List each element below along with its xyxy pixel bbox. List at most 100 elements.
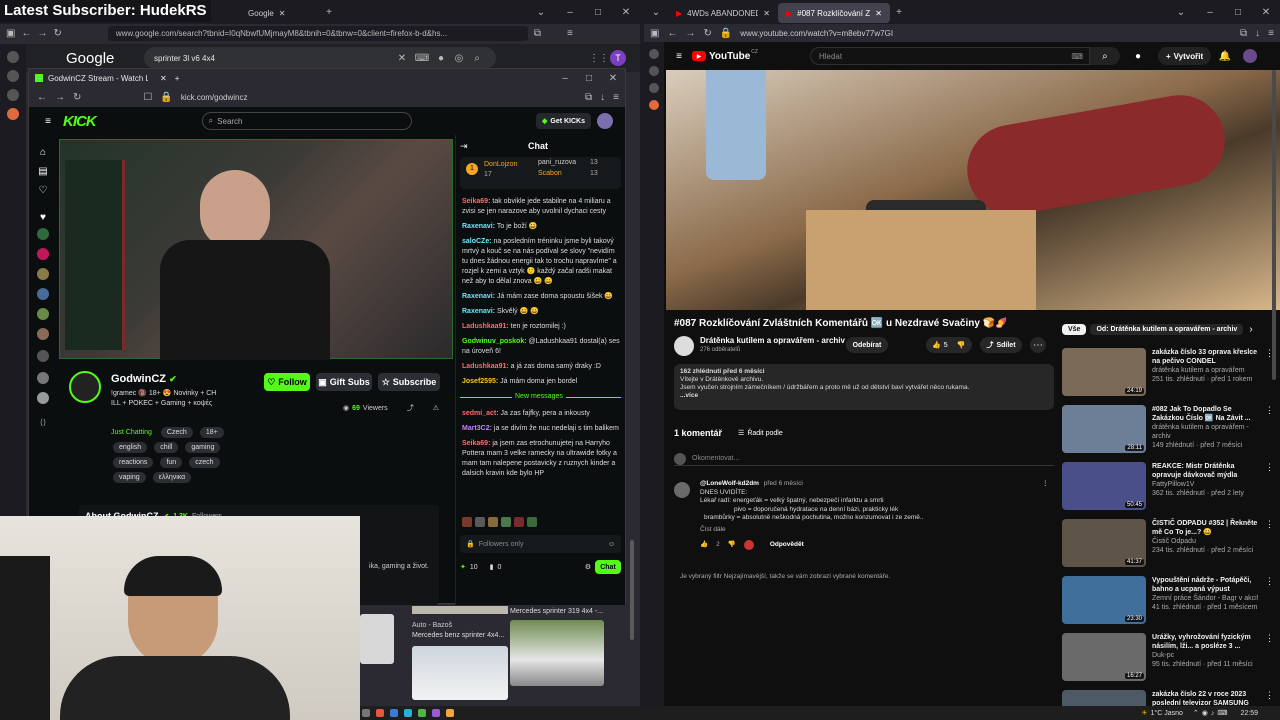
reload-icon[interactable]: ↻ <box>73 92 81 103</box>
youtube-logo[interactable]: YouTube <box>709 51 750 62</box>
kebab-icon[interactable]: ⋮ <box>1265 405 1274 455</box>
emoji-icon[interactable]: ☺ <box>608 541 615 548</box>
extensions-icon[interactable]: ⧉ <box>1240 28 1247 39</box>
weather[interactable]: 1°C Jasno <box>1151 710 1183 717</box>
reload-icon[interactable]: ↻ <box>53 28 61 39</box>
new-messages-divider[interactable]: New messages <box>460 393 621 407</box>
google-url-bar[interactable]: www.google.com/search?tbnid=I0qNbwfUMjma… <box>107 25 528 41</box>
page-scrollbar[interactable] <box>630 540 634 640</box>
sidebar-app-icon[interactable] <box>649 100 659 110</box>
recommended-video[interactable]: 24:19 zakázka číslo 33 oprava křeslce na … <box>1062 348 1274 398</box>
user-avatar[interactable] <box>597 113 613 129</box>
new-tab-icon[interactable]: + <box>320 7 338 18</box>
reload-icon[interactable]: ↻ <box>703 28 711 39</box>
chat-username[interactable]: saloCZe: <box>462 238 492 245</box>
download-icon[interactable]: ↓ <box>600 92 605 103</box>
new-tab-icon[interactable]: + <box>175 74 180 83</box>
home-icon[interactable]: ⌂ <box>29 147 57 158</box>
video-thumbnail[interactable]: 41:37 <box>1062 519 1146 567</box>
back-icon[interactable]: ← <box>37 92 47 103</box>
send-chat-button[interactable]: Chat <box>595 560 621 574</box>
youtube-url[interactable]: www.youtube.com/watch?v=m8ebv77w7GI <box>740 29 1000 38</box>
google-search-box[interactable]: sprinter 3l v6 4x4 ✕ ⌨ ● ◎ ⌕ <box>144 47 496 69</box>
emote-icon[interactable] <box>527 517 537 527</box>
recommended-video[interactable]: 41:37 ČISTIČ ODPADU #352 | Řekněte mě Co … <box>1062 519 1274 569</box>
tab-list-icon[interactable]: ⌄ <box>644 7 668 18</box>
chip-channel[interactable]: Od: Drátěnka kutilem a opravářem - archi… <box>1090 324 1244 335</box>
chevron-down-icon[interactable]: ⌄ <box>1166 7 1196 18</box>
page-scrollbar[interactable] <box>1272 70 1276 380</box>
taskbar-app-icon[interactable] <box>404 709 412 717</box>
maximize-icon[interactable]: □ <box>577 73 601 84</box>
video-channel[interactable]: drátěnka kutilem a opravářem <box>1152 366 1259 375</box>
taskbar-app-icon[interactable] <box>376 709 384 717</box>
reply-button[interactable]: Odpovědět <box>770 541 804 550</box>
sidebar-app-icon[interactable] <box>7 51 19 63</box>
video-thumbnail[interactable]: 24:19 <box>1062 348 1146 396</box>
chat-username[interactable]: Josef2595: <box>462 378 498 385</box>
new-tab-icon[interactable]: + <box>890 7 908 18</box>
result-image[interactable] <box>510 620 604 686</box>
video-title[interactable]: zakázka číslo 33 oprava křeslce na pečiv… <box>1152 348 1259 366</box>
hamburger-icon[interactable]: ≡ <box>666 51 692 62</box>
chat-username[interactable]: Seika69: <box>462 198 490 205</box>
back-icon[interactable]: ← <box>667 28 677 39</box>
result-image[interactable] <box>360 614 394 664</box>
emote-icon[interactable] <box>488 517 498 527</box>
menu-icon[interactable]: ≡ <box>1268 28 1274 39</box>
thumbs-down-icon[interactable]: 👎 <box>728 541 736 550</box>
tag-chip[interactable]: gaming <box>185 442 221 453</box>
sidebar-app-icon[interactable] <box>649 49 659 59</box>
kebab-icon[interactable]: ⋮ <box>1265 690 1274 706</box>
recommended-video[interactable]: 41:35 zakázka číslo 22 v roce 2023 posled… <box>1062 690 1274 706</box>
recommended-video[interactable]: 23:30 Vypouštění nádrže - Potápěči, bahno… <box>1062 576 1274 626</box>
tag-chip[interactable]: vaping <box>113 472 146 483</box>
search-icon[interactable]: ⌕ <box>468 53 486 64</box>
yt-search-input[interactable]: Hledat ⌨ <box>809 47 1090 65</box>
tag-chip[interactable]: reactions <box>113 457 154 468</box>
channel-name[interactable]: Drátěnka kutilem a opravářem - archiv <box>700 336 845 345</box>
recommended-video[interactable]: 50:45 REAKCE: Mistr Drátěnka opravuje dáv… <box>1062 462 1274 512</box>
apps-grid-icon[interactable]: ⋮⋮ <box>588 53 610 64</box>
emote-icon[interactable] <box>462 517 472 527</box>
search-icon[interactable]: ⌕ <box>1089 47 1120 65</box>
mic-icon[interactable]: ● <box>432 53 450 64</box>
keyboard-icon[interactable]: ⌨ <box>1071 52 1083 61</box>
sidebar-toggle-icon[interactable]: ▣ <box>650 28 659 39</box>
chevron-right-icon[interactable]: › <box>1249 324 1252 335</box>
create-button[interactable]: + Vytvořit <box>1157 47 1212 65</box>
menu-icon[interactable]: ≡ <box>567 28 573 39</box>
channel-name[interactable]: GodwinCZ <box>111 373 166 385</box>
emote-icon[interactable] <box>501 517 511 527</box>
video-title[interactable]: Vypouštění nádrže - Potápěči, bahno a uc… <box>1152 576 1259 594</box>
collapse-chat-icon[interactable]: ⇥ <box>460 141 468 152</box>
sidebar-app-icon[interactable] <box>7 89 19 101</box>
tag-chip[interactable]: english <box>113 442 148 453</box>
following-icon[interactable]: ♡ <box>29 185 57 196</box>
lens-icon[interactable]: ◎ <box>450 53 468 64</box>
like-button[interactable]: 👍 5 👎 <box>926 337 972 353</box>
result-image[interactable] <box>412 646 508 700</box>
taskbar-app-icon[interactable] <box>446 709 454 717</box>
video-title[interactable]: zakázka číslo 22 v roce 2023 poslední te… <box>1152 690 1259 706</box>
chip-all[interactable]: Vše <box>1062 324 1087 335</box>
notifications-icon[interactable]: 🔔 <box>1211 51 1239 62</box>
sidebar-toggle-icon[interactable]: ▣ <box>6 28 15 39</box>
recommended-video[interactable]: 28:11 #082 Jak To Dopadlo Se Zakázkou Čís… <box>1062 405 1274 455</box>
followed-channel-avatar[interactable] <box>37 392 49 404</box>
clear-icon[interactable]: ✕ <box>392 53 412 64</box>
close-icon[interactable]: ✕ <box>160 74 167 83</box>
avatar[interactable] <box>1243 49 1258 63</box>
chat-input[interactable]: 🔒 Followers only ☺ <box>460 535 621 553</box>
tag-chip[interactable]: fun <box>160 457 183 468</box>
bookmark-icon[interactable]: ☐ <box>143 92 152 103</box>
clock[interactable]: 22:59 <box>1240 710 1258 717</box>
avatar[interactable]: T <box>610 50 626 66</box>
followed-channel-avatar[interactable] <box>37 268 49 280</box>
google-logo[interactable]: Google <box>66 50 144 67</box>
followed-channel-avatar[interactable] <box>37 288 49 300</box>
result-title[interactable]: Mercedes benz sprinter 4x4... <box>412 632 504 639</box>
heart-icon[interactable]: ♥ <box>29 212 57 223</box>
video-channel[interactable]: drátěnka kutilem a opravářem - archiv <box>1152 423 1259 441</box>
chat-username[interactable]: Mart3C2: <box>462 425 492 432</box>
